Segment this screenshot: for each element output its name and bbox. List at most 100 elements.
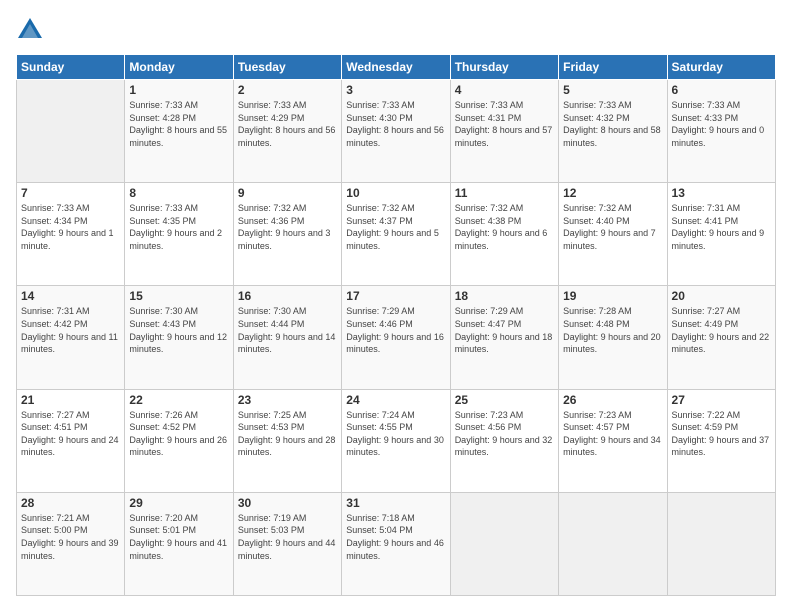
day-info: Sunrise: 7:32 AMSunset: 4:37 PMDaylight:…: [346, 202, 445, 252]
day-info: Sunrise: 7:30 AMSunset: 4:44 PMDaylight:…: [238, 305, 337, 355]
calendar-cell: 16 Sunrise: 7:30 AMSunset: 4:44 PMDayligh…: [233, 286, 341, 389]
day-info: Sunrise: 7:33 AMSunset: 4:29 PMDaylight:…: [238, 99, 337, 149]
calendar-cell: 18 Sunrise: 7:29 AMSunset: 4:47 PMDayligh…: [450, 286, 558, 389]
calendar-cell: 27 Sunrise: 7:22 AMSunset: 4:59 PMDayligh…: [667, 389, 775, 492]
day-number: 19: [563, 289, 662, 303]
col-header-tuesday: Tuesday: [233, 55, 341, 80]
calendar-cell: 9 Sunrise: 7:32 AMSunset: 4:36 PMDaylight…: [233, 183, 341, 286]
calendar-cell: 17 Sunrise: 7:29 AMSunset: 4:46 PMDayligh…: [342, 286, 450, 389]
calendar-table: SundayMondayTuesdayWednesdayThursdayFrid…: [16, 54, 776, 596]
calendar-cell: 24Sunrise: 7:24 AMSunset: 4:55 PMDayligh…: [342, 389, 450, 492]
day-info: Sunrise: 7:27 AMSunset: 4:51 PMDaylight:…: [21, 409, 120, 459]
day-info: Sunrise: 7:30 AMSunset: 4:43 PMDaylight:…: [129, 305, 228, 355]
day-number: 27: [672, 393, 771, 407]
day-info: Sunrise: 7:23 AMSunset: 4:56 PMDaylight:…: [455, 409, 554, 459]
calendar-cell: [667, 492, 775, 595]
calendar-cell: 1 Sunrise: 7:33 AMSunset: 4:28 PMDaylight…: [125, 80, 233, 183]
day-number: 18: [455, 289, 554, 303]
calendar-cell: 14Sunrise: 7:31 AMSunset: 4:42 PMDayligh…: [17, 286, 125, 389]
day-info: Sunrise: 7:23 AMSunset: 4:57 PMDaylight:…: [563, 409, 662, 459]
calendar-week-1: 7 Sunrise: 7:33 AMSunset: 4:34 PMDaylight…: [17, 183, 776, 286]
day-number: 11: [455, 186, 554, 200]
day-number: 31: [346, 496, 445, 510]
day-info: Sunrise: 7:32 AMSunset: 4:40 PMDaylight:…: [563, 202, 662, 252]
day-info: Sunrise: 7:21 AMSunset: 5:00 PMDaylight:…: [21, 512, 120, 562]
day-info: Sunrise: 7:18 AMSunset: 5:04 PMDaylight:…: [346, 512, 445, 562]
day-info: Sunrise: 7:26 AMSunset: 4:52 PMDaylight:…: [129, 409, 228, 459]
col-header-monday: Monday: [125, 55, 233, 80]
day-number: 9: [238, 186, 337, 200]
day-info: Sunrise: 7:24 AMSunset: 4:55 PMDaylight:…: [346, 409, 445, 459]
calendar-week-3: 21 Sunrise: 7:27 AMSunset: 4:51 PMDayligh…: [17, 389, 776, 492]
calendar-cell: 22 Sunrise: 7:26 AMSunset: 4:52 PMDayligh…: [125, 389, 233, 492]
day-info: Sunrise: 7:29 AMSunset: 4:47 PMDaylight:…: [455, 305, 554, 355]
day-info: Sunrise: 7:33 AMSunset: 4:34 PMDaylight:…: [21, 202, 120, 252]
day-number: 3: [346, 83, 445, 97]
day-info: Sunrise: 7:33 AMSunset: 4:30 PMDaylight:…: [346, 99, 445, 149]
day-info: Sunrise: 7:32 AMSunset: 4:38 PMDaylight:…: [455, 202, 554, 252]
day-number: 29: [129, 496, 228, 510]
calendar-cell: 29 Sunrise: 7:20 AMSunset: 5:01 PMDayligh…: [125, 492, 233, 595]
calendar-cell: 5 Sunrise: 7:33 AMSunset: 4:32 PMDaylight…: [559, 80, 667, 183]
calendar-cell: 19Sunrise: 7:28 AMSunset: 4:48 PMDayligh…: [559, 286, 667, 389]
calendar-week-2: 14Sunrise: 7:31 AMSunset: 4:42 PMDayligh…: [17, 286, 776, 389]
day-number: 6: [672, 83, 771, 97]
day-number: 16: [238, 289, 337, 303]
day-number: 4: [455, 83, 554, 97]
col-header-thursday: Thursday: [450, 55, 558, 80]
day-info: Sunrise: 7:33 AMSunset: 4:32 PMDaylight:…: [563, 99, 662, 149]
day-info: Sunrise: 7:22 AMSunset: 4:59 PMDaylight:…: [672, 409, 771, 459]
calendar-cell: 2 Sunrise: 7:33 AMSunset: 4:29 PMDaylight…: [233, 80, 341, 183]
day-number: 17: [346, 289, 445, 303]
calendar-cell: [559, 492, 667, 595]
calendar-cell: 6 Sunrise: 7:33 AMSunset: 4:33 PMDaylight…: [667, 80, 775, 183]
calendar-week-0: 1 Sunrise: 7:33 AMSunset: 4:28 PMDaylight…: [17, 80, 776, 183]
calendar-header-row: SundayMondayTuesdayWednesdayThursdayFrid…: [17, 55, 776, 80]
day-info: Sunrise: 7:29 AMSunset: 4:46 PMDaylight:…: [346, 305, 445, 355]
day-number: 5: [563, 83, 662, 97]
calendar-cell: 15Sunrise: 7:30 AMSunset: 4:43 PMDayligh…: [125, 286, 233, 389]
header: [16, 16, 776, 44]
day-info: Sunrise: 7:25 AMSunset: 4:53 PMDaylight:…: [238, 409, 337, 459]
day-info: Sunrise: 7:33 AMSunset: 4:33 PMDaylight:…: [672, 99, 771, 149]
day-number: 30: [238, 496, 337, 510]
page: SundayMondayTuesdayWednesdayThursdayFrid…: [0, 0, 792, 612]
day-number: 26: [563, 393, 662, 407]
calendar-cell: 23Sunrise: 7:25 AMSunset: 4:53 PMDayligh…: [233, 389, 341, 492]
day-number: 20: [672, 289, 771, 303]
calendar-week-4: 28 Sunrise: 7:21 AMSunset: 5:00 PMDayligh…: [17, 492, 776, 595]
day-number: 2: [238, 83, 337, 97]
day-info: Sunrise: 7:33 AMSunset: 4:31 PMDaylight:…: [455, 99, 554, 149]
col-header-sunday: Sunday: [17, 55, 125, 80]
calendar-cell: 25 Sunrise: 7:23 AMSunset: 4:56 PMDayligh…: [450, 389, 558, 492]
day-number: 28: [21, 496, 120, 510]
day-number: 25: [455, 393, 554, 407]
day-info: Sunrise: 7:19 AMSunset: 5:03 PMDaylight:…: [238, 512, 337, 562]
col-header-wednesday: Wednesday: [342, 55, 450, 80]
day-number: 22: [129, 393, 228, 407]
day-number: 7: [21, 186, 120, 200]
day-number: 1: [129, 83, 228, 97]
col-header-friday: Friday: [559, 55, 667, 80]
calendar-cell: 21 Sunrise: 7:27 AMSunset: 4:51 PMDayligh…: [17, 389, 125, 492]
day-info: Sunrise: 7:31 AMSunset: 4:41 PMDaylight:…: [672, 202, 771, 252]
day-info: Sunrise: 7:32 AMSunset: 4:36 PMDaylight:…: [238, 202, 337, 252]
day-info: Sunrise: 7:27 AMSunset: 4:49 PMDaylight:…: [672, 305, 771, 355]
calendar-cell: [17, 80, 125, 183]
logo: [16, 16, 46, 44]
calendar-cell: 31 Sunrise: 7:18 AMSunset: 5:04 PMDayligh…: [342, 492, 450, 595]
day-number: 10: [346, 186, 445, 200]
day-info: Sunrise: 7:33 AMSunset: 4:28 PMDaylight:…: [129, 99, 228, 149]
day-number: 12: [563, 186, 662, 200]
calendar-cell: 11 Sunrise: 7:32 AMSunset: 4:38 PMDayligh…: [450, 183, 558, 286]
logo-icon: [16, 16, 44, 44]
col-header-saturday: Saturday: [667, 55, 775, 80]
calendar-cell: 12 Sunrise: 7:32 AMSunset: 4:40 PMDayligh…: [559, 183, 667, 286]
calendar-cell: 10 Sunrise: 7:32 AMSunset: 4:37 PMDayligh…: [342, 183, 450, 286]
day-info: Sunrise: 7:33 AMSunset: 4:35 PMDaylight:…: [129, 202, 228, 252]
day-info: Sunrise: 7:20 AMSunset: 5:01 PMDaylight:…: [129, 512, 228, 562]
calendar-cell: 13Sunrise: 7:31 AMSunset: 4:41 PMDayligh…: [667, 183, 775, 286]
calendar-cell: [450, 492, 558, 595]
day-number: 21: [21, 393, 120, 407]
day-number: 8: [129, 186, 228, 200]
